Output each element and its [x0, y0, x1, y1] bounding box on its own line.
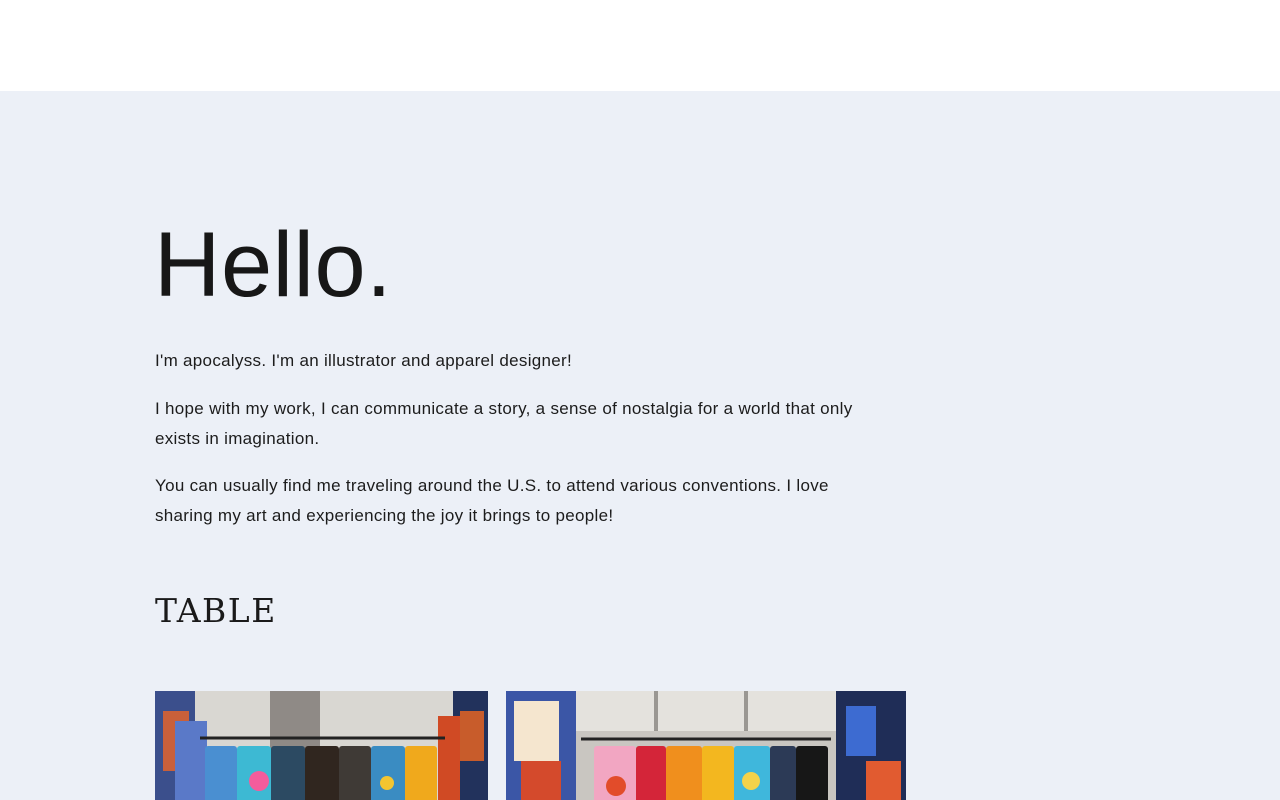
intro-paragraph: I'm apocalyss. I'm an illustrator and ap… — [155, 351, 573, 370]
table-section-heading: TABLE — [155, 591, 277, 630]
table-photo-booth — [506, 691, 906, 800]
hero-heading: Hello. — [154, 214, 393, 316]
site-header — [0, 0, 1280, 91]
intro-paragraph: I hope with my work, I can communicate a… — [155, 399, 853, 448]
intro-paragraph: You can usually find me traveling around… — [155, 476, 829, 525]
about-section: Hello. I'm apocalyss. I'm an illustrator… — [0, 91, 1280, 800]
table-photo-shirts-rack — [155, 691, 488, 800]
